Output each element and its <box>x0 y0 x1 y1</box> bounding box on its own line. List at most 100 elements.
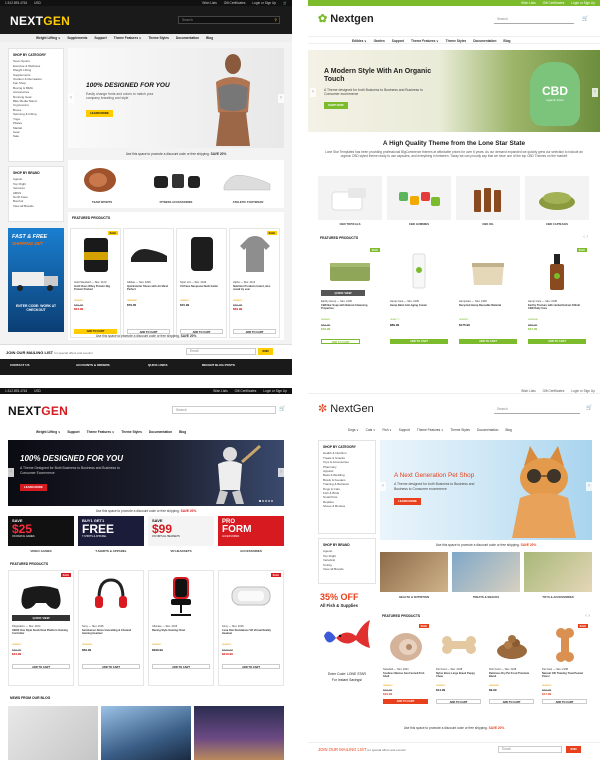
wishlist-link[interactable]: Wish Lists <box>202 1 217 5</box>
nav-item[interactable]: Documentation <box>477 428 498 432</box>
add-to-cart-button[interactable]: ADD TO CART <box>542 699 587 704</box>
product-card[interactable]: Adidas — Sku: 2209 Quickstarter Shoes wi… <box>123 228 174 338</box>
category-label[interactable]: CBD CAPSULES <box>525 222 589 226</box>
tile-label[interactable]: T-SHIRTS & APPAREL <box>78 549 144 553</box>
quick-view-button[interactable]: QUICK VIEW <box>12 615 70 621</box>
gift-certificates-link[interactable]: Gift Certificates <box>543 1 565 5</box>
cart-icon[interactable]: 🛒 <box>582 16 588 22</box>
carousel-arrows[interactable]: ‹ › <box>583 234 588 240</box>
nav-item[interactable]: Theme Styles <box>450 428 470 432</box>
product-card[interactable]: Sport Ltd — Sku: 2109 VH Face Neoprene N… <box>176 228 227 338</box>
store-logo[interactable]: ✿ Nextgen <box>318 12 374 25</box>
nav-item[interactable]: Theme Styles <box>446 39 467 43</box>
promo-tile[interactable]: PRO FORM ACCESSORIES <box>218 516 284 546</box>
slider-prev-button[interactable]: ‹ <box>8 468 14 477</box>
add-to-cart-button[interactable]: ADD TO CART <box>436 699 481 704</box>
tile-label[interactable]: VR HEADSETS <box>148 549 214 553</box>
fitness-accessories-image[interactable] <box>152 168 202 192</box>
shop-now-button[interactable]: SHOP NOW <box>324 102 348 109</box>
nav-item[interactable]: Support <box>94 36 106 40</box>
nav-item[interactable]: Support <box>399 428 410 432</box>
product-card[interactable]: SALE QUICK VIEW Earthy Hemp — Sku: 2109 … <box>318 246 382 362</box>
nav-item[interactable]: Theme Features ∨ <box>87 430 115 434</box>
product-card[interactable]: SALE Hemp Care — Sku: 2108 Earthy Tinctu… <box>525 246 589 362</box>
product-card[interactable]: SALE Pet Care — Sku: 2108 Natural 100 Tr… <box>539 622 590 722</box>
nav-item[interactable]: Weight Lifting ∨ <box>36 36 60 40</box>
product-name[interactable]: Quickstarter Shoes with Air Mesh Perfect <box>127 285 170 291</box>
promo-tile[interactable]: SAVE $25 ON DIGITAL GAMES <box>8 516 74 546</box>
login-link[interactable]: Login or Sign Up <box>252 1 276 5</box>
product-name[interactable]: Gold Class Whey Protein 2kg Protein Pack… <box>74 285 117 291</box>
login-link[interactable]: Login or Sign Up <box>571 389 595 393</box>
sidebar-item[interactable]: Shoes & Booties <box>323 504 371 508</box>
product-card[interactable]: Fish Food — Sku: 2108 Delicious Dry Pet … <box>486 622 537 722</box>
slider-prev-button[interactable]: ‹ <box>68 94 74 103</box>
add-to-cart-button[interactable]: ADD TO CART <box>390 339 448 344</box>
nav-item[interactable]: Dogs ∨ <box>348 428 359 432</box>
product-card[interactable]: SALE Alpha — Sku: 2112 Nutrition Product… <box>229 228 280 338</box>
carousel-arrows[interactable]: ‹ › <box>585 613 590 619</box>
wishlist-link[interactable]: Wish Lists <box>213 389 228 393</box>
product-name[interactable]: CBD Bar Soap with Natural Cleansing Prop… <box>321 304 379 310</box>
add-to-cart-button[interactable]: ADD TO CART <box>383 699 428 704</box>
category-tile[interactable] <box>452 552 520 592</box>
email-input[interactable]: Email <box>186 348 256 355</box>
category-label[interactable]: HEALTH & NUTRITION <box>380 595 448 599</box>
gift-certificates-link[interactable]: Gift Certificates <box>235 389 257 393</box>
join-button[interactable]: JOIN <box>566 746 581 753</box>
promo-tile[interactable]: BUY1 GET1 FREE T-SHIRTS & APPAREL <box>78 516 144 546</box>
baseball-glove-image[interactable] <box>80 164 120 194</box>
category-tile[interactable] <box>456 176 520 220</box>
search-icon[interactable]: ⚲ <box>275 17 277 23</box>
product-name[interactable]: Recycled Hemp Reusable Material <box>459 304 517 307</box>
product-name[interactable]: Nutrition Products brand, also sneak by … <box>233 285 276 291</box>
product-name[interactable]: Delicious Dry Pet Food Premium Blend <box>489 672 534 678</box>
nav-item[interactable]: Support <box>67 430 79 434</box>
nav-item[interactable]: Theme Features ∨ <box>114 36 142 40</box>
tile-label[interactable]: ACCESSORIES <box>218 549 284 553</box>
product-name[interactable]: Natural 100 Training Treat Peanut Flavor <box>542 672 587 678</box>
product-card[interactable]: SALE Gold Standard — Sku: 2123 Gold Clas… <box>70 228 121 338</box>
store-logo[interactable]: NEXTGEN <box>10 14 70 28</box>
product-card[interactable]: Pet Food — Sku: 2108 Nylon Bone Large Br… <box>433 622 484 722</box>
add-to-cart-button[interactable]: ADD TO CART <box>82 664 140 669</box>
shipping-banner[interactable]: FAST & FREE SHIPPING 24/7 ENTER CODE: WO… <box>8 228 64 332</box>
add-to-cart-button[interactable]: ADD TO CART <box>459 339 517 344</box>
nav-item[interactable]: Cats ∨ <box>366 428 376 432</box>
gift-certificates-link[interactable]: Gift Certificates <box>224 1 246 5</box>
category-label[interactable]: ATHLETIC FOOTWEAR <box>218 200 278 204</box>
slider-next-button[interactable]: › <box>278 94 284 103</box>
nav-item[interactable]: Support <box>392 39 404 43</box>
nav-item[interactable]: Fish ∨ <box>382 428 391 432</box>
nav-item[interactable]: Garden <box>374 39 385 43</box>
category-label[interactable]: CBD TOPICALS <box>318 222 382 226</box>
slider-prev-button[interactable]: ‹ <box>380 482 386 491</box>
add-to-cart-button[interactable]: ADD TO CART <box>12 664 70 669</box>
nav-item[interactable]: Blog <box>206 36 213 40</box>
learn-more-button[interactable]: LEARN MORE <box>86 110 113 117</box>
category-tile[interactable] <box>318 176 382 220</box>
product-card[interactable]: SALE QUICK VIEW Playstation — Sku: 2104 … <box>8 570 74 686</box>
cart-icon[interactable]: 🛒 <box>279 406 285 412</box>
nav-item[interactable]: Weight Lifting ∨ <box>36 430 60 434</box>
sneaker-image[interactable] <box>220 168 274 192</box>
product-card[interactable]: SALE Seashell — Sku: 2021 Soulless Marza… <box>380 622 431 722</box>
search-input[interactable]: Search <box>494 16 574 24</box>
product-name[interactable]: Sennheiser Noise Cancelling & Channel Ga… <box>82 629 140 635</box>
nav-item[interactable]: Supplements <box>67 36 87 40</box>
product-card[interactable]: Hemp Care — Sku: 2109 Hemp Balm Anti-Agi… <box>387 246 451 362</box>
login-link[interactable]: Login or Sign Up <box>263 389 287 393</box>
slider-prev-button[interactable]: ‹ <box>310 88 316 97</box>
category-label[interactable]: FITNESS ACCESSORIES <box>146 200 206 204</box>
nav-item[interactable]: Blog <box>179 430 186 434</box>
blog-post-image[interactable] <box>101 706 191 760</box>
search-input[interactable]: Search <box>172 406 276 414</box>
email-input[interactable]: Email <box>498 746 562 753</box>
nav-item[interactable]: Theme Styles <box>148 36 169 40</box>
product-card[interactable]: Ultimate — Sku: 2106 Racing Style Gaming… <box>148 570 214 686</box>
nav-item[interactable]: Documentation <box>176 36 199 40</box>
product-card[interactable]: Hempcare — Sku: 2108 Recycled Hemp Reusa… <box>456 246 520 362</box>
brand-item[interactable]: View all Brands <box>323 567 371 571</box>
nav-item[interactable]: Blog <box>505 428 511 432</box>
product-name[interactable]: VH Face Neoprene Neck Gaiter <box>180 285 223 288</box>
